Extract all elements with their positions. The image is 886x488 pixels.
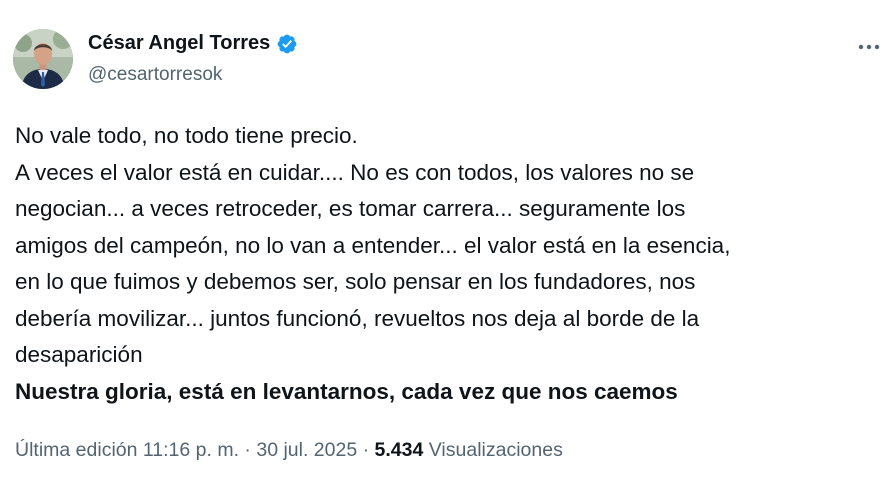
tweet-meta: Última edición 11:16 p. m. · 30 jul. 202… bbox=[15, 439, 563, 462]
author-name[interactable]: César Angel Torres bbox=[88, 32, 270, 55]
ellipsis-icon bbox=[858, 44, 880, 50]
tweet-line: desaparición bbox=[15, 342, 143, 367]
tweet-text: No vale todo, no todo tiene precio. A ve… bbox=[15, 118, 875, 410]
edited-timestamp-link[interactable]: Última edición 11:16 p. m. bbox=[15, 439, 239, 461]
tweet-line: debería movilizar... juntos funcionó, re… bbox=[15, 305, 700, 331]
meta-separator: · bbox=[244, 439, 251, 461]
avatar[interactable] bbox=[13, 29, 73, 89]
tweet-line: amigos del campeón, no lo van a entender… bbox=[15, 232, 731, 258]
tweet-line: negocian... a veces retroceder, es tomar… bbox=[15, 196, 686, 221]
views-count: 5.434 bbox=[374, 439, 424, 461]
views-label: Visualizaciones bbox=[428, 439, 563, 461]
author-handle[interactable]: @cesartorresok bbox=[88, 64, 222, 86]
more-options-button[interactable] bbox=[856, 34, 882, 56]
author-name-row[interactable]: César Angel Torres bbox=[88, 32, 298, 55]
tweet-date-link[interactable]: 30 jul. 2025 bbox=[256, 439, 357, 461]
avatar-photo bbox=[13, 29, 73, 89]
tweet: César Angel Torres @cesartorresok No val… bbox=[0, 0, 886, 488]
tweet-line: A veces el valor está en cuidar.... No e… bbox=[15, 159, 695, 185]
tweet-bold-line: Nuestra gloria, está en levantarnos, cad… bbox=[15, 378, 678, 404]
tweet-line: en lo que fuimos y debemos ser, solo pen… bbox=[15, 269, 696, 294]
verified-badge-icon bbox=[276, 33, 298, 55]
tweet-line: No vale todo, no todo tiene precio. bbox=[15, 123, 358, 148]
meta-separator: · bbox=[362, 439, 370, 461]
